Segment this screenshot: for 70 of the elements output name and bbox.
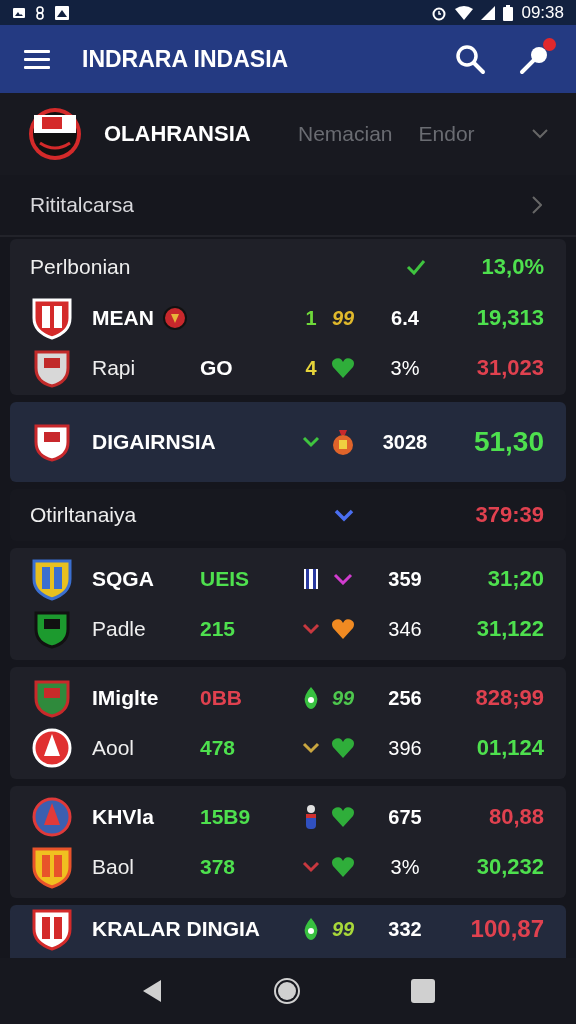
chevron-down-icon[interactable]: [532, 129, 548, 139]
battery-icon: [503, 4, 514, 21]
wifi-icon: [455, 5, 474, 20]
team-code: 378: [200, 855, 236, 878]
team-name: Baol: [92, 855, 135, 879]
stat-value: 396: [388, 736, 422, 759]
team-code: 478: [200, 736, 236, 759]
team-crest-icon: [30, 795, 74, 839]
stat-value: 346: [388, 617, 422, 640]
team-code: 0BB: [200, 686, 242, 709]
league-tab[interactable]: Nemacian: [298, 122, 393, 146]
total-value: 31,023: [476, 355, 544, 380]
team-name: MEAN: [92, 306, 154, 330]
odds-mark: 99: [331, 917, 355, 941]
crest-icon: [28, 105, 82, 163]
signal-icon: [481, 5, 496, 20]
score: 1: [305, 306, 317, 330]
team-crest-icon: [30, 907, 74, 951]
group-title: Perlbonian: [30, 255, 132, 279]
team-name: IMiglte: [92, 686, 159, 710]
total-value: 80,88: [488, 804, 544, 829]
team-name: DIGAIRNSIA: [92, 430, 216, 454]
group-title: Otirltanaiya: [30, 503, 138, 527]
score: 4: [305, 356, 317, 380]
group-total: 379:39: [474, 502, 544, 528]
league-tab[interactable]: Endor: [418, 122, 475, 146]
team-crest-icon: [30, 845, 74, 889]
team-crest-icon: [30, 726, 74, 770]
section-title: Rititalcarsa: [30, 193, 134, 217]
team-crest-icon: [30, 296, 74, 340]
team-code: 215: [200, 617, 236, 640]
stat-value: 3%: [390, 855, 420, 878]
team-name: Aool: [92, 736, 135, 760]
image-icon: [12, 5, 26, 20]
total-value: 51,30: [473, 426, 544, 457]
stat-value: 332: [388, 917, 422, 940]
odds-mark: 99: [331, 686, 355, 710]
search-icon[interactable]: [454, 43, 486, 75]
total-value: 100,87: [470, 915, 544, 942]
team-name: KRALAR DINGIA: [92, 917, 260, 941]
group-total: 13,0%: [480, 254, 544, 280]
image-icon: [54, 4, 70, 21]
team-name: KHVla: [92, 805, 154, 829]
total-value: 30,232: [476, 854, 544, 879]
team-code: GO: [200, 356, 233, 379]
stat-value: 256: [388, 686, 422, 709]
team-code: UEIS: [200, 567, 249, 590]
team-crest-icon: [30, 557, 74, 601]
odds-mark: 99: [331, 306, 355, 330]
stat-value: 675: [388, 805, 422, 828]
total-value: 31,122: [476, 616, 544, 641]
league-name: OLAHRANSIA: [104, 121, 252, 147]
stat-value: 3%: [390, 356, 420, 379]
stat-value: 359: [388, 567, 422, 590]
back-icon[interactable]: [141, 979, 163, 1003]
home-icon[interactable]: [273, 977, 301, 1005]
team-name: Rapi: [92, 356, 136, 380]
clock: 09:38: [521, 2, 564, 23]
menu-icon[interactable]: [24, 49, 50, 69]
total-value: 31;20: [487, 566, 544, 591]
app-title: INDRARA INDASIA: [82, 45, 290, 73]
stat-value: 6.4: [391, 306, 419, 329]
total-value: 19,313: [476, 305, 544, 330]
team-name: SQGA: [92, 567, 154, 591]
total-value: 828;99: [475, 685, 544, 710]
team-name: Padle: [92, 617, 146, 641]
chevron-right-icon: [532, 196, 542, 214]
total-value: 01,124: [476, 735, 544, 760]
stat-value: 3028: [382, 430, 428, 453]
team-code: 15B9: [200, 805, 251, 828]
